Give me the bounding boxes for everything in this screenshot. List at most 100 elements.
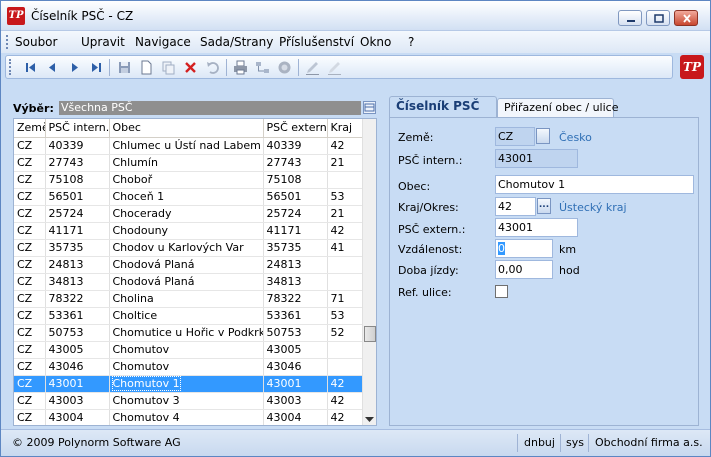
tab-prirazeni-obec-ulice[interactable]: Přiřazení obec / ulice	[497, 98, 618, 117]
cell-psc-intern: 25724	[45, 205, 110, 223]
menu-grip	[6, 35, 9, 49]
toolbar-separator	[226, 59, 227, 76]
detail-panel: Země: CZ Česko PSČ intern.: 43001 Obec: …	[389, 117, 699, 426]
cell-kraj: 42	[327, 409, 365, 425]
scrollbar-thumb[interactable]	[364, 326, 376, 342]
column-header-psc-extern[interactable]: PSČ extern.	[263, 119, 328, 138]
close-button[interactable]	[674, 10, 698, 26]
cell-obec: Chodová Planá	[109, 256, 264, 274]
copy-icon[interactable]	[160, 59, 177, 76]
table-row[interactable]: CZ 34813 Chodová Planá 34813	[14, 273, 365, 291]
new-record-icon[interactable]	[138, 59, 155, 76]
cell-obec-text: Chomutov 1	[111, 376, 181, 391]
toolbar	[5, 55, 673, 79]
table-row[interactable]: CZ 78322 Cholina 78322 71	[14, 290, 365, 308]
maximize-button[interactable]	[646, 10, 670, 26]
kraj-okres-label: Kraj/Okres:	[398, 201, 459, 214]
cell-obec-text: Chomutov	[112, 360, 170, 373]
print-icon[interactable]	[232, 59, 249, 76]
ref-ulice-label: Ref. ulice:	[398, 286, 452, 299]
previous-record-icon[interactable]	[44, 59, 61, 76]
cell-psc-intern: 78322	[45, 290, 110, 308]
zeme-lookup-button[interactable]	[536, 128, 550, 144]
cell-psc-extern: 43001	[263, 375, 328, 393]
cell-psc-extern: 43003	[263, 392, 328, 410]
minimize-button[interactable]	[618, 10, 642, 26]
cell-psc-intern: 56501	[45, 188, 110, 206]
table-row[interactable]: CZ 43001 Chomutov 1 43001 42	[14, 375, 365, 393]
menu-upravit[interactable]: Upravit	[81, 35, 125, 49]
cell-kraj: 42	[327, 392, 365, 410]
table-row[interactable]: CZ 53361 Choltice 53361 53	[14, 307, 365, 325]
delete-icon[interactable]	[182, 59, 199, 76]
menu-help[interactable]: ?	[408, 35, 414, 49]
save-icon[interactable]	[116, 59, 133, 76]
scroll-down-icon[interactable]	[365, 417, 374, 423]
column-header-psc-intern[interactable]: PSČ intern.	[45, 119, 110, 138]
company-logo-icon: TP	[680, 55, 704, 79]
table-row[interactable]: CZ50753Chomutice u Hořic v Podkrkonc5075…	[14, 324, 365, 342]
kraj-field[interactable]: 42	[495, 197, 536, 216]
cell-kraj: 41	[327, 239, 365, 257]
cell-obec: Chodová Planá	[109, 273, 264, 291]
cell-psc-intern: 35735	[45, 239, 110, 257]
table-row[interactable]: CZ 75108 Choboř 75108	[14, 171, 365, 189]
column-header-obec[interactable]: Obec	[109, 119, 264, 138]
table-row[interactable]: CZ 43046 Chomutov 43046	[14, 358, 365, 376]
table-row[interactable]: CZ 43003 Chomutov 3 43003 42	[14, 392, 365, 410]
menu-soubor[interactable]: Soubor	[15, 35, 57, 49]
table-row[interactable]: CZ 40339 Chlumec u Ústí nad Labem 40339 42	[14, 137, 365, 155]
column-header-kraj[interactable]: Kraj	[327, 119, 365, 138]
kraj-lookup-button[interactable]: ...	[537, 198, 551, 214]
next-record-icon[interactable]	[66, 59, 83, 76]
cell-zeme: CZ	[14, 358, 46, 376]
tab-ciselnik-psc[interactable]: Číselník PSČ	[389, 96, 497, 117]
column-header-zeme[interactable]: Země	[14, 119, 46, 138]
doba-jizdy-field[interactable]: 0,00	[495, 260, 553, 279]
status-separator	[560, 434, 561, 452]
cell-psc-extern: 41171	[263, 222, 328, 240]
edit-disabled-icon[interactable]	[326, 59, 343, 76]
vzdalenost-unit: km	[559, 243, 577, 256]
cell-zeme: CZ	[14, 256, 46, 274]
zeme-name: Česko	[559, 131, 592, 144]
table-row[interactable]: CZ 43004 Chomutov 4 43004 42	[14, 409, 365, 425]
menu-prislusenstvi[interactable]: Příslušenství	[279, 35, 354, 49]
cell-psc-extern: 50753	[263, 324, 328, 342]
toolbar-grip	[9, 59, 12, 75]
table-row[interactable]: CZ 43005 Chomutov 43005	[14, 341, 365, 359]
filter-icon[interactable]	[276, 59, 293, 76]
cell-psc-intern: 34813	[45, 273, 110, 291]
obec-field[interactable]: Chomutov 1	[495, 175, 694, 194]
table-row[interactable]: CZ 27743 Chlumín 27743 21	[14, 154, 365, 172]
selector-field[interactable]: Všechna PSČ	[59, 101, 361, 115]
postal-code-grid[interactable]: Země PSČ intern. Obec PSČ extern. Kraj C…	[13, 118, 377, 426]
cell-psc-extern: 34813	[263, 273, 328, 291]
vzdalenost-field[interactable]: 0	[495, 239, 553, 258]
cell-psc-extern: 35735	[263, 239, 328, 257]
table-row[interactable]: CZ 25724 Chocerady 25724 21	[14, 205, 365, 223]
menu-sada-strany[interactable]: Sada/Strany	[200, 35, 273, 49]
app-logo-icon: TP	[7, 7, 25, 25]
last-record-icon[interactable]	[88, 59, 105, 76]
edit-icon[interactable]	[304, 59, 321, 76]
menu-okno[interactable]: Okno	[360, 35, 391, 49]
first-record-icon[interactable]	[22, 59, 39, 76]
cell-zeme: CZ	[14, 222, 46, 240]
table-row[interactable]: CZ 24813 Chodová Planá 24813	[14, 256, 365, 274]
table-row[interactable]: CZ 41171 Chodouny 41171 42	[14, 222, 365, 240]
menu-navigace[interactable]: Navigace	[135, 35, 191, 49]
table-row[interactable]: CZ 56501 Choceň 1 56501 53	[14, 188, 365, 206]
selector-button[interactable]	[363, 101, 376, 114]
psc-extern-field[interactable]: 43001	[495, 218, 578, 237]
psc-intern-field[interactable]: 43001	[495, 149, 578, 168]
zeme-field[interactable]: CZ	[495, 127, 535, 146]
undo-icon[interactable]	[204, 59, 221, 76]
table-row[interactable]: CZ 35735 Chodov u Karlových Var 35735 41	[14, 239, 365, 257]
cell-kraj	[327, 341, 365, 359]
grid-scrollbar[interactable]	[362, 119, 376, 425]
ref-ulice-checkbox[interactable]	[495, 285, 508, 298]
tree-icon[interactable]	[254, 59, 271, 76]
zeme-label: Země:	[398, 131, 434, 144]
cell-kraj: 53	[327, 307, 365, 325]
